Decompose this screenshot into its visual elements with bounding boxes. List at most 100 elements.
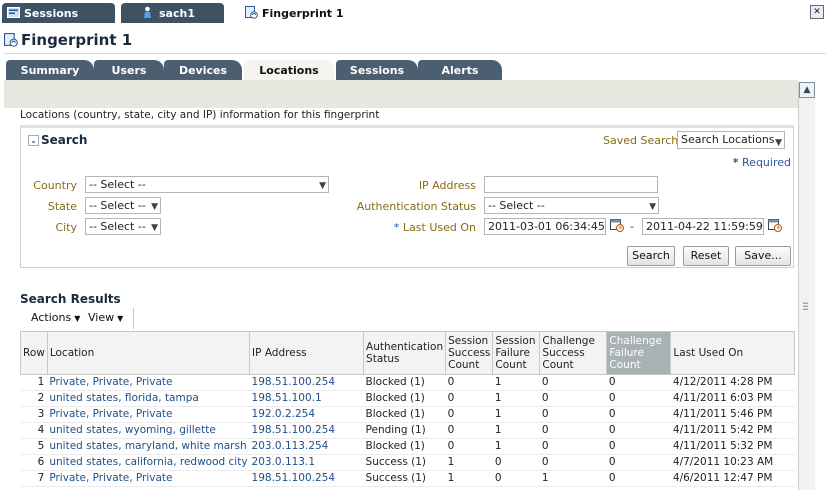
ip-cell[interactable]: 192.0.2.254 [249,406,364,423]
row-number: 1 [20,374,48,391]
divider [4,53,826,54]
table-row[interactable]: 4 united states, wyoming, gillette 198.51.… [20,422,795,439]
state-value: -- Select -- [89,199,146,212]
auth-status-select[interactable]: -- Select -- ▼ [484,197,659,214]
session-success-cell: 0 [445,374,493,391]
results-table: Row Location IP Address Authentication S… [20,331,795,487]
doc-tab-fingerprint[interactable]: Fingerprint 1 [240,3,360,23]
state-label: State [47,200,77,213]
auth-status-label: Authentication Status [356,200,476,213]
calendar-icon[interactable] [610,218,624,232]
doc-tab-user[interactable]: sach1 [121,3,224,23]
column-header-location[interactable]: Location [46,331,251,375]
chevron-down-icon: ▼ [117,314,124,323]
ip-cell[interactable]: 203.0.113.254 [249,438,364,455]
tab-devices[interactable]: Devices [164,60,242,81]
search-button[interactable]: Search [627,246,675,266]
last-used-from-input[interactable]: 2011-03-01 06:34:45 PM [484,218,606,235]
row-number: 4 [20,422,48,439]
auth-status-cell: Blocked (1) [363,374,446,391]
table-row[interactable]: 5 united states, maryland, white marsh 203… [20,438,795,455]
auth-status-cell: Blocked (1) [363,438,446,455]
session-failure-cell: 1 [492,422,540,439]
tab-users[interactable]: Users [94,60,164,81]
page-title-text: Fingerprint 1 [21,31,133,49]
ip-cell[interactable]: 198.51.100.254 [249,422,364,439]
column-header-session-failure[interactable]: Session Failure Count [492,331,541,375]
tab-sessions[interactable]: Sessions [336,60,418,81]
table-row[interactable]: 7 Private, Private, Private 198.51.100.254… [20,470,795,487]
column-header-challenge-failure[interactable]: Challenge Failure Count [606,331,672,375]
tab-summary[interactable]: Summary [6,60,94,81]
saved-search-select[interactable]: Search Locations ▼ [677,131,785,149]
session-failure-cell: 1 [492,390,540,407]
session-success-cell: 1 [445,454,493,471]
ip-cell[interactable]: 198.51.100.254 [249,374,364,391]
search-header[interactable]: ⌄ Search [28,133,87,147]
country-select[interactable]: -- Select -- ▼ [85,176,329,193]
table-row[interactable]: 1 Private, Private, Private 198.51.100.254… [20,374,795,391]
intro-text: Locations (country, state, city and IP) … [20,109,380,121]
challenge-failure-cell: 0 [606,406,671,423]
ip-cell[interactable]: 198.51.100.254 [249,470,364,487]
page-title: Fingerprint 1 [4,31,132,49]
last-used-to-input[interactable]: 2011-04-22 11:59:59 PM [642,218,764,235]
tab-locations[interactable]: Locations [244,60,334,81]
location-cell[interactable]: united states, california, redwood city [47,454,250,471]
location-cell[interactable]: Private, Private, Private [47,406,250,423]
column-header-last-used[interactable]: Last Used On [670,331,795,375]
auth-status-cell: Pending (1) [363,422,446,439]
column-header-challenge-success[interactable]: Challenge Success Count [539,331,608,375]
city-select[interactable]: -- Select -- ▼ [85,218,161,235]
actions-menu[interactable]: Actions ▼ [31,311,80,324]
fingerprint-icon [4,33,18,47]
ip-cell[interactable]: 203.0.113.1 [249,454,364,471]
session-success-cell: 0 [445,406,493,423]
scroll-up-icon[interactable]: ▲ [799,82,815,98]
close-icon[interactable]: ✕ [810,5,824,19]
scroll-grip-icon[interactable]: ━ ━ ━ [803,300,810,314]
doc-tab-label: Sessions [24,6,79,20]
view-label: View [88,311,115,324]
challenge-failure-cell: 0 [606,422,671,439]
challenge-failure-cell: 0 [606,374,671,391]
challenge-success-cell: 0 [539,374,607,391]
challenge-success-cell: 0 [539,406,607,423]
sessions-icon [7,7,20,18]
ip-cell[interactable]: 198.51.100.1 [249,390,364,407]
range-separator: - [630,220,634,233]
sub-tab-bar: Summary Users Devices Locations Sessions… [0,60,830,81]
table-row[interactable]: 3 Private, Private, Private 192.0.2.254 Blo… [20,406,795,423]
column-header-row[interactable]: Row [20,331,48,375]
chevron-down-icon: ▼ [151,223,158,233]
challenge-failure-cell: 0 [606,390,671,407]
save-search-button[interactable]: Save... [735,246,791,266]
ip-address-input[interactable] [484,176,658,193]
state-select[interactable]: -- Select -- ▼ [85,197,161,214]
column-header-auth-status[interactable]: Authentication Status [363,331,447,375]
tab-alerts[interactable]: Alerts [418,60,502,81]
location-cell[interactable]: united states, wyoming, gillette [47,422,250,439]
column-header-session-success[interactable]: Session Success Count [445,331,494,375]
table-row[interactable]: 2 united states, florida, tampa 198.51.100… [20,390,795,407]
last-used-cell: 4/11/2011 5:42 PM [670,422,795,439]
collapse-icon[interactable]: ⌄ [28,134,39,146]
reset-button[interactable]: Reset [683,246,729,266]
session-failure-cell: 0 [492,454,540,471]
fingerprint-icon [245,6,258,19]
column-header-ip[interactable]: IP Address [249,331,365,375]
doc-tab-sessions[interactable]: Sessions [2,3,115,23]
location-cell[interactable]: Private, Private, Private [47,374,250,391]
last-used-cell: 4/11/2011 5:32 PM [670,438,795,455]
vertical-scrollbar[interactable]: ▲ ━ ━ ━ [798,82,815,490]
tab-content-header [4,80,798,108]
auth-status-cell: Blocked (1) [363,390,446,407]
calendar-icon[interactable] [768,218,782,232]
table-row[interactable]: 6 united states, california, redwood city… [20,454,795,471]
location-cell[interactable]: united states, maryland, white marsh [47,438,250,455]
location-cell[interactable]: united states, florida, tampa [47,390,250,407]
location-cell[interactable]: Private, Private, Private [47,470,250,487]
view-menu[interactable]: View ▼ [88,311,123,324]
last-used-label: * Last Used On [351,221,476,234]
city-label: City [55,221,77,234]
